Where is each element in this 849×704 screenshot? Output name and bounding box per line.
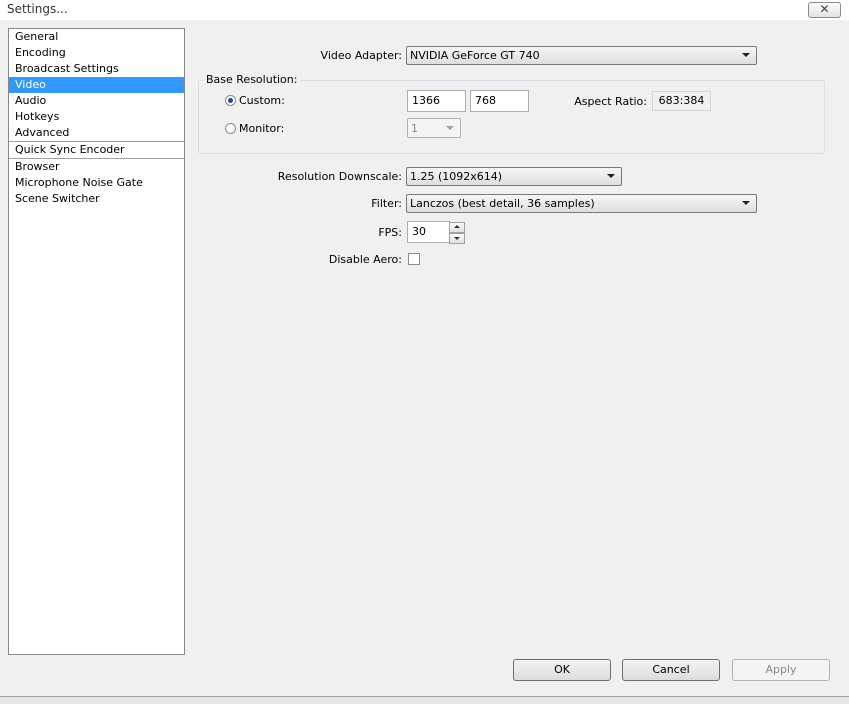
sidebar-item-scene-switcher[interactable]: Scene Switcher [9, 191, 184, 207]
video-adapter-select[interactable]: NVIDIA GeForce GT 740 [406, 46, 757, 65]
resolution-downscale-value: 1.25 (1092x614) [410, 170, 503, 183]
sidebar-item-audio[interactable]: Audio [9, 93, 184, 109]
sidebar-item-video[interactable]: Video [9, 77, 184, 93]
video-adapter-value: NVIDIA GeForce GT 740 [410, 49, 540, 62]
disable-aero-checkbox[interactable] [408, 253, 420, 265]
window-title: Settings... [7, 2, 68, 16]
fps-stepper[interactable] [449, 222, 465, 244]
filter-value: Lanczos (best detail, 36 samples) [410, 197, 595, 210]
custom-height-input[interactable]: 768 [470, 90, 529, 112]
aspect-ratio-label: Aspect Ratio: [574, 95, 647, 108]
resolution-downscale-select[interactable]: 1.25 (1092x614) [406, 167, 622, 186]
title-bar: Settings... ✕ [0, 0, 849, 20]
sidebar-item-general[interactable]: General [9, 29, 184, 45]
spin-down-icon[interactable] [449, 233, 465, 244]
fps-input[interactable]: 30 [407, 221, 450, 243]
chevron-down-icon [742, 201, 750, 205]
fps-label: FPS: [378, 226, 402, 239]
spin-up-icon[interactable] [449, 222, 465, 233]
sidebar-item-microphone-noise-gate[interactable]: Microphone Noise Gate [9, 175, 184, 191]
resolution-downscale-label: Resolution Downscale: [277, 170, 402, 183]
custom-width-input[interactable]: 1366 [407, 90, 466, 112]
chevron-down-icon [607, 174, 615, 178]
ok-button[interactable]: OK [513, 659, 611, 681]
sidebar-item-broadcast-settings[interactable]: Broadcast Settings [9, 61, 184, 77]
apply-button[interactable]: Apply [732, 659, 830, 681]
close-icon: ✕ [819, 2, 830, 16]
monitor-label: Monitor: [239, 122, 285, 135]
custom-radio[interactable] [225, 95, 236, 106]
close-button[interactable]: ✕ [808, 2, 841, 18]
filter-label: Filter: [371, 197, 402, 210]
chevron-down-icon [446, 126, 454, 130]
radio-selected-dot [228, 98, 233, 103]
chevron-down-icon [742, 53, 750, 57]
sidebar-item-hotkeys[interactable]: Hotkeys [9, 109, 184, 125]
cancel-button[interactable]: Cancel [622, 659, 720, 681]
filter-select[interactable]: Lanczos (best detail, 36 samples) [406, 194, 757, 213]
settings-category-list[interactable]: General Encoding Broadcast Settings Vide… [8, 28, 185, 655]
disable-aero-label: Disable Aero: [328, 253, 402, 266]
sidebar-item-browser[interactable]: Browser [9, 159, 184, 175]
monitor-value: 1 [411, 122, 418, 135]
video-adapter-label: Video Adapter: [320, 49, 402, 62]
monitor-radio[interactable] [225, 123, 236, 134]
custom-label: Custom: [239, 94, 285, 107]
aspect-ratio-value: 683:384 [652, 91, 711, 111]
sidebar-item-encoding[interactable]: Encoding [9, 45, 184, 61]
sidebar-item-quick-sync-encoder[interactable]: Quick Sync Encoder [9, 142, 184, 159]
sidebar-item-advanced[interactable]: Advanced [9, 125, 184, 142]
base-resolution-label: Base Resolution: [203, 73, 301, 86]
monitor-select[interactable]: 1 [407, 118, 461, 138]
